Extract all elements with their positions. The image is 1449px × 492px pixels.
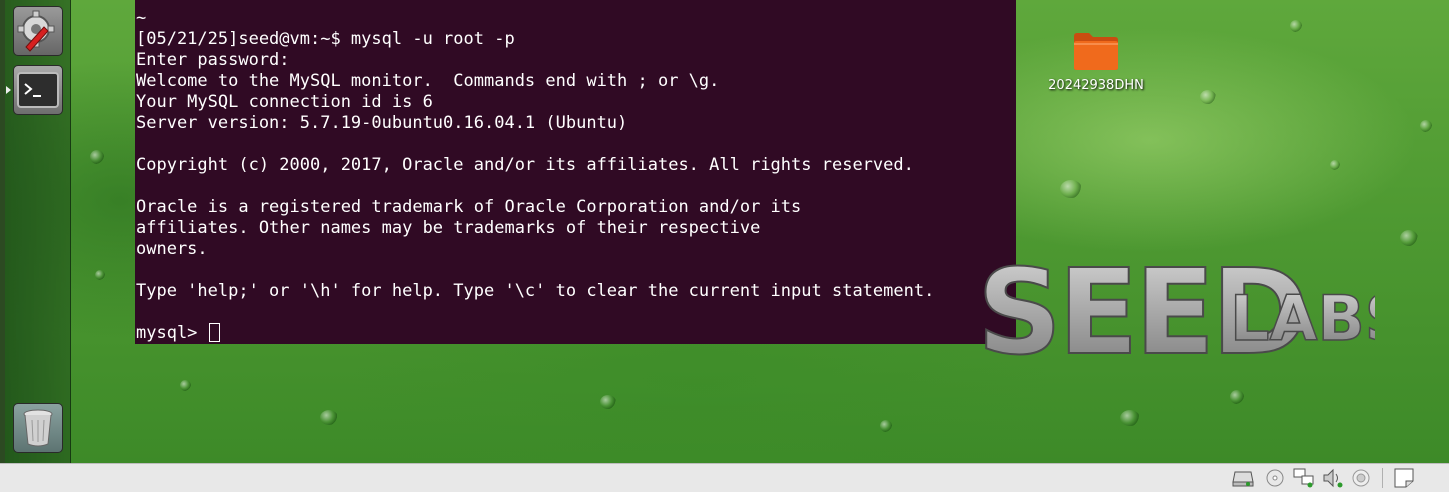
webcam-icon[interactable]: [1350, 468, 1372, 488]
water-drop: [180, 380, 191, 391]
water-drop: [1200, 90, 1216, 104]
terminal-line: Copyright (c) 2000, 2017, Oracle and/or …: [136, 155, 914, 175]
terminal-window[interactable]: ~ [05/21/25]seed@vm:~$ mysql -u root -p En…: [135, 0, 1016, 344]
terminal-icon: [17, 72, 59, 108]
terminal-line: Enter password:: [136, 50, 290, 70]
active-app-indicator: [6, 86, 11, 94]
hard-disk-icon[interactable]: [1232, 468, 1254, 488]
terminal-line: [05/21/25]seed@vm:~$ mysql -u root -p: [136, 29, 515, 49]
water-drop: [880, 420, 892, 432]
water-drop: [1230, 390, 1244, 404]
terminal-line: Your MySQL connection id is 6: [136, 92, 433, 112]
water-drop: [1060, 180, 1082, 198]
seed-labs-logo: SEED LABS: [976, 242, 1375, 360]
water-drop: [1330, 160, 1340, 170]
vm-status-bar: [0, 463, 1449, 492]
terminal-line: ~: [136, 8, 147, 28]
terminal-line: Server version: 5.7.19-0ubuntu0.16.04.1 …: [136, 113, 628, 133]
terminal-line: owners.: [136, 239, 208, 259]
system-settings-launcher[interactable]: [13, 6, 63, 56]
mysql-prompt: mysql>: [136, 323, 208, 343]
unity-launcher: [5, 0, 71, 463]
text-cursor: [208, 323, 220, 342]
trash-icon: [23, 409, 53, 447]
labs-text: LABS: [1230, 282, 1375, 355]
water-drop: [320, 410, 338, 425]
water-drop: [600, 395, 616, 409]
terminal-line: Welcome to the MySQL monitor. Commands e…: [136, 71, 720, 91]
terminal-output: ~ [05/21/25]seed@vm:~$ mysql -u root -p En…: [135, 8, 1016, 323]
desktop-folder[interactable]: 20242938DHN: [1046, 30, 1146, 93]
terminal-line: affiliates. Other names may be trademark…: [136, 218, 761, 238]
network-icon[interactable]: [1293, 468, 1315, 488]
status-separator: [1382, 468, 1383, 488]
trash-launcher[interactable]: [13, 403, 63, 453]
folder-icon: [1074, 33, 1118, 70]
audio-icon[interactable]: [1322, 468, 1344, 488]
terminal-launcher[interactable]: [13, 65, 63, 115]
terminal-line: Type 'help;' or '\h' for help. Type '\c'…: [136, 281, 935, 301]
water-drop: [90, 150, 104, 164]
terminal-line: Oracle is a registered trademark of Orac…: [136, 197, 802, 217]
water-drop: [1290, 20, 1302, 32]
system-settings-icon: [17, 10, 55, 52]
water-drop: [1400, 230, 1418, 246]
water-drop: [1420, 120, 1432, 132]
terminal-prompt-line[interactable]: mysql>: [135, 323, 1016, 344]
optical-drive-icon[interactable]: [1264, 468, 1286, 488]
notes-icon[interactable]: [1393, 468, 1415, 488]
folder-label: 20242938DHN: [1048, 78, 1144, 93]
water-drop: [1120, 410, 1140, 426]
water-drop: [95, 270, 105, 280]
